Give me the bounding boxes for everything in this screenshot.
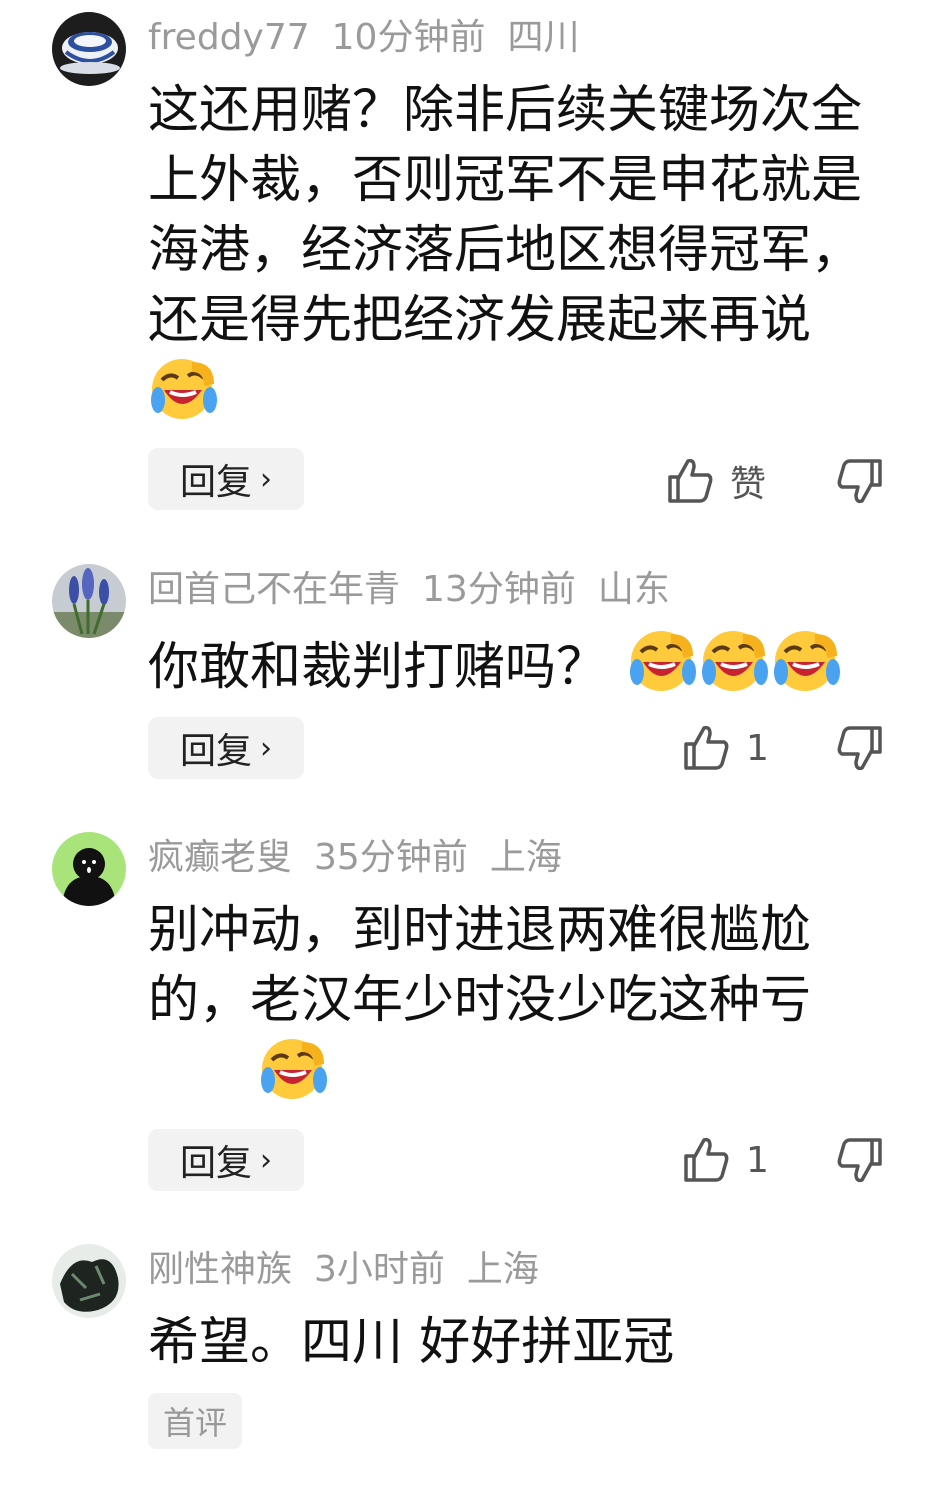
username[interactable]: freddy77	[148, 17, 310, 58]
reply-button[interactable]: 回复 ›	[148, 717, 304, 779]
dislike-button[interactable]	[834, 455, 886, 507]
timestamp: 3小时前	[314, 1249, 445, 1290]
avatar[interactable]	[52, 12, 126, 86]
thumbs-down-icon	[837, 459, 882, 504]
like-button[interactable]: 1	[680, 722, 769, 774]
chevron-right-icon: ›	[260, 730, 272, 766]
comment-meta: 疯癫老叟 35分钟前 上海	[148, 836, 584, 880]
timestamp: 13分钟前	[422, 569, 576, 610]
username[interactable]: 刚性神族	[148, 1249, 292, 1290]
comment-text: 这还用赌？除非后续关键场次全上外裁，否则冠军不是申花就是海港，经济落后地区想得冠…	[148, 76, 878, 431]
comment-text: 希望。四川 好好拼亚冠	[148, 1313, 675, 1372]
comment-text: 你敢和裁判打赌吗？	[148, 628, 878, 703]
laughing-crying-icon	[148, 356, 220, 422]
avatar[interactable]	[52, 832, 126, 906]
dislike-button[interactable]	[834, 722, 886, 774]
like-button[interactable]: 赞	[664, 455, 766, 507]
chevron-right-icon: ›	[260, 461, 272, 497]
thumbs-up-icon	[684, 725, 729, 770]
laughing-crying-icon	[771, 628, 843, 694]
comment-meta: freddy77 10分钟前 四川	[148, 16, 601, 60]
timestamp: 35分钟前	[314, 837, 468, 878]
thumbs-down-icon	[837, 726, 882, 771]
thumbs-up-icon	[668, 458, 713, 503]
laughing-crying-icon	[258, 1036, 330, 1102]
comment-meta: 回首己不在年青 13分钟前 山东	[148, 568, 692, 612]
like-label: 赞	[730, 464, 767, 505]
timestamp: 10分钟前	[331, 17, 486, 58]
comment-text: 别冲动，到时进退两难很尴尬的，老汉年少时没少吃这种亏	[148, 896, 878, 1111]
thumbs-down-icon	[837, 1138, 882, 1183]
chevron-right-icon: ›	[260, 1142, 272, 1178]
laughing-crying-icon	[699, 628, 771, 694]
laughing-crying-icon	[627, 628, 699, 694]
username[interactable]: 疯癫老叟	[148, 837, 292, 878]
avatar[interactable]	[52, 1244, 126, 1318]
location: 上海	[489, 837, 562, 878]
username[interactable]: 回首己不在年青	[148, 569, 400, 610]
like-count: 1	[746, 1139, 769, 1181]
comment-meta: 刚性神族 3小时前 上海	[148, 1248, 561, 1292]
like-button[interactable]: 1	[680, 1134, 769, 1186]
dislike-button[interactable]	[834, 1134, 886, 1186]
reply-button[interactable]: 回复 ›	[148, 1129, 304, 1191]
first-comment-badge: 首评	[148, 1393, 242, 1449]
like-count: 1	[746, 727, 769, 769]
thumbs-up-icon	[684, 1137, 729, 1182]
location: 四川	[507, 17, 580, 58]
reply-button[interactable]: 回复 ›	[148, 448, 304, 510]
location: 上海	[466, 1249, 539, 1290]
location: 山东	[597, 569, 670, 610]
avatar[interactable]	[52, 564, 126, 638]
